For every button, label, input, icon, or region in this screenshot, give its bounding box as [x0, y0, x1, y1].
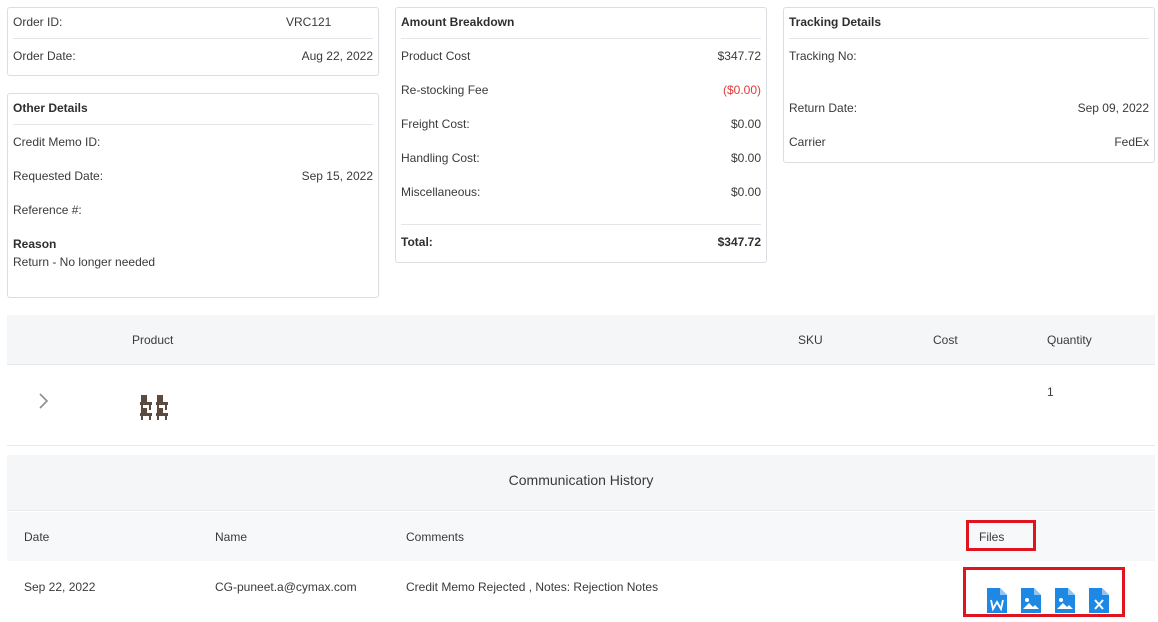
image-file-icon[interactable] — [1021, 588, 1041, 613]
order-id-label: Order ID: — [13, 15, 63, 29]
requested-date-value: Sep 15, 2022 — [301, 169, 373, 183]
return-date-value: Sep 09, 2022 — [1077, 101, 1149, 115]
comm-date: Sep 22, 2022 — [24, 580, 96, 594]
product-thumbnail[interactable] — [138, 391, 174, 421]
other-details-card: Other Details Credit Memo ID: Requested … — [7, 93, 379, 298]
tracking-details-card: Tracking Details Tracking No: Return Dat… — [783, 7, 1155, 163]
reference-label: Reference #: — [13, 203, 82, 217]
word-file-icon[interactable] — [987, 588, 1007, 613]
carrier-label: Carrier — [789, 135, 826, 149]
product-quantity: 1 — [1047, 385, 1054, 399]
date-column-header: Date — [24, 530, 50, 544]
products-table: Product SKU Cost Quantity 1 — [7, 315, 1155, 446]
chevron-right-icon[interactable] — [35, 392, 51, 410]
total-value: $347.72 — [717, 235, 761, 249]
order-date-value: Aug 22, 2022 — [301, 49, 373, 63]
miscellaneous-label: Miscellaneous: — [401, 185, 481, 199]
restocking-fee-label: Re-stocking Fee — [401, 83, 489, 97]
order-id-value: VRC121 — [286, 15, 332, 29]
order-date-label: Order Date: — [13, 49, 76, 63]
communication-history-title: Communication History — [508, 472, 654, 488]
handling-cost-label: Handling Cost: — [401, 151, 480, 165]
reason-value: Return - No longer needed — [13, 255, 156, 269]
freight-cost-label: Freight Cost: — [401, 117, 470, 131]
sku-column-header: SKU — [798, 333, 823, 347]
amount-breakdown-card: Amount Breakdown Product Cost $347.72 Re… — [395, 7, 767, 263]
total-label: Total: — [401, 235, 433, 249]
image-file-icon[interactable] — [1055, 588, 1075, 613]
amount-breakdown-title: Amount Breakdown — [401, 15, 515, 29]
files-header-highlight — [966, 520, 1036, 551]
return-date-label: Return Date: — [789, 101, 858, 115]
table-row: 1 — [7, 366, 1155, 446]
tracking-no-label: Tracking No: — [789, 49, 857, 63]
restocking-fee-value: ($0.00) — [722, 83, 761, 97]
product-cost-label: Product Cost — [401, 49, 471, 63]
tracking-details-title: Tracking Details — [789, 15, 882, 29]
products-table-header: Product SKU Cost Quantity — [7, 315, 1155, 365]
carrier-value: FedEx — [1114, 135, 1149, 149]
comm-name: CG-puneet.a@cymax.com — [215, 580, 357, 594]
handling-cost-value: $0.00 — [730, 151, 761, 165]
comments-column-header: Comments — [406, 530, 465, 544]
order-summary-card: Order ID: VRC121 Order Date: Aug 22, 202… — [7, 7, 379, 76]
product-cost-value: $347.72 — [717, 49, 761, 63]
cost-column-header: Cost — [933, 333, 958, 347]
requested-date-label: Requested Date: — [13, 169, 104, 183]
communication-history-title-bar: Communication History — [7, 455, 1155, 511]
quantity-column-header: Quantity — [1047, 333, 1092, 347]
product-column-header: Product — [132, 333, 174, 347]
other-details-title: Other Details — [13, 101, 88, 115]
freight-cost-value: $0.00 — [730, 117, 761, 131]
name-column-header: Name — [215, 530, 248, 544]
comm-comments: Credit Memo Rejected , Notes: Rejection … — [406, 580, 659, 594]
excel-file-icon[interactable] — [1089, 588, 1109, 613]
reason-label: Reason — [13, 237, 57, 251]
credit-memo-label: Credit Memo ID: — [13, 135, 101, 149]
miscellaneous-value: $0.00 — [730, 185, 761, 199]
